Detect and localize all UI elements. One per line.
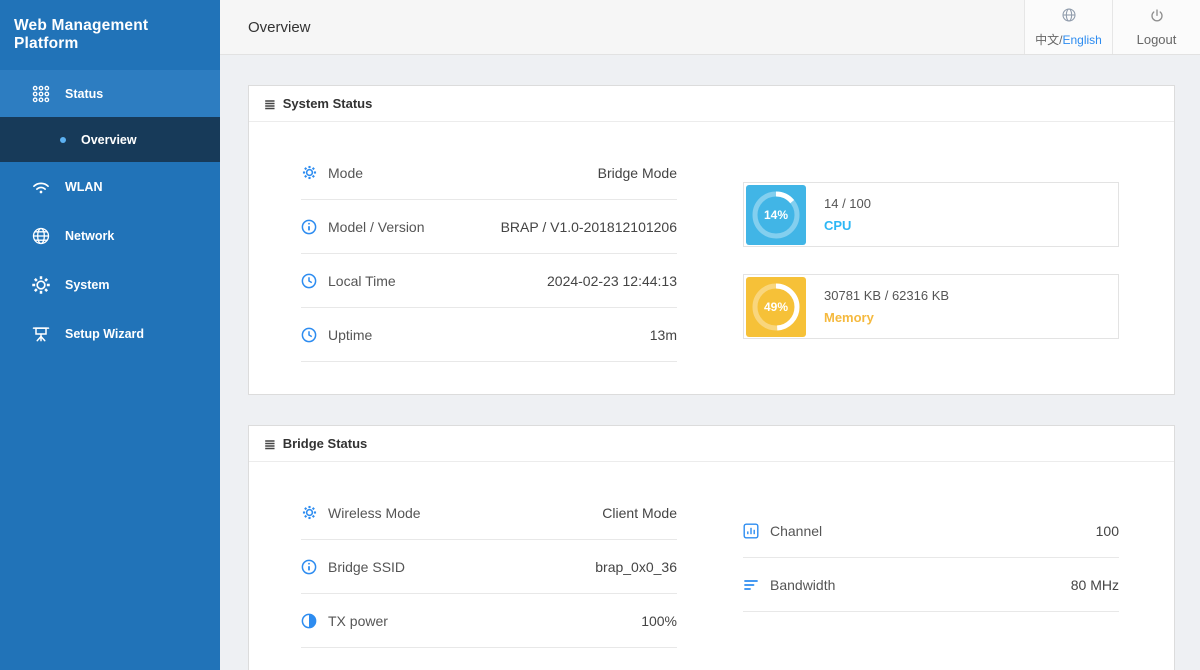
sidebar-item-system[interactable]: System [0,260,220,309]
bridge-ssid-row: Bridge SSID brap_0x0_36 [301,540,677,594]
sidebar-item-wlan[interactable]: WLAN [0,162,220,211]
sidebar-item-label: Status [65,87,103,101]
gear-icon [301,165,317,181]
clock-icon [301,273,317,289]
lines-icon [743,577,759,593]
sidebar: Web Management Platform Status Overview [0,0,220,670]
globe-icon [30,225,52,247]
sidebar-item-network[interactable]: Network [0,211,220,260]
list-icon: ≣ [264,437,276,451]
sidebar-item-overview[interactable]: Overview [0,117,220,162]
memory-metric: 49% 30781 KB / 62316 KB Memory [743,274,1119,339]
language-toggle[interactable]: 中文/English [1024,0,1112,54]
clock-icon [301,327,317,343]
sidebar-item-label: Network [65,229,114,243]
info-icon [301,219,317,235]
memory-label: Memory [824,310,949,325]
sidebar-item-label: Setup Wizard [65,327,144,341]
logout-button[interactable]: Logout [1112,0,1200,54]
cpu-metric: 14% 14 / 100 CPU [743,182,1119,247]
sidebar-item-setup-wizard[interactable]: Setup Wizard [0,309,220,358]
memory-usage-value: 30781 KB / 62316 KB [824,288,949,303]
topbar: Overview 中文/English [220,0,1200,55]
sidebar-item-status[interactable]: Status [0,70,220,117]
wizard-icon [30,323,52,345]
tx-power-row: TX power 100% [301,594,677,648]
bar-chart-icon [743,523,759,539]
app-title: Web Management Platform [0,0,220,70]
sidebar-item-label: System [65,278,109,292]
list-icon: ≣ [264,97,276,111]
wireless-mode-row: Wireless Mode Client Mode [301,486,677,540]
language-label: 中文/English [1035,31,1102,48]
bridge-status-header: ≣ Bridge Status [249,426,1174,462]
gear-icon [30,274,52,296]
sidebar-item-label: WLAN [65,180,103,194]
language-globe-icon [1061,7,1077,28]
system-status-header: ≣ System Status [249,86,1174,122]
memory-gauge: 49% [746,277,806,337]
cpu-usage-value: 14 / 100 [824,196,871,211]
sidebar-item-label: Overview [81,133,137,147]
main-content: ≣ System Status Mode [220,55,1200,670]
local-time-row: Local Time 2024-02-23 12:44:13 [301,254,677,308]
system-status-info: Mode Bridge Mode Model / [301,146,677,366]
card-title: System Status [283,96,373,111]
bandwidth-row: Bandwidth 80 MHz [743,558,1119,612]
half-circle-icon [301,613,317,629]
cpu-label: CPU [824,218,871,233]
channel-row: Channel 100 [743,504,1119,558]
system-status-card: ≣ System Status Mode [248,85,1175,395]
cpu-percent: 14% [764,208,788,222]
dot-bullet [60,137,66,143]
uptime-row: Uptime 13m [301,308,677,362]
info-icon [301,559,317,575]
card-title: Bridge Status [283,436,368,451]
web-management-app: Web Management Platform Status Overview [0,0,1200,670]
power-icon [1149,8,1165,29]
wifi-icon [30,176,52,198]
bridge-status-radio: Channel 100 Bandwidth [743,486,1119,648]
grid-icon [30,83,52,105]
cpu-gauge: 14% [746,185,806,245]
bridge-status-info: Wireless Mode Client Mode [301,486,677,648]
model-version-row: Model / Version BRAP / V1.0-201812101206 [301,200,677,254]
logout-label: Logout [1137,32,1177,47]
memory-percent: 49% [764,300,788,314]
bridge-status-card: ≣ Bridge Status Wireless Mode [248,425,1175,670]
page-title: Overview [220,19,1024,36]
mode-row: Mode Bridge Mode [301,146,677,200]
system-metrics: 14% 14 / 100 CPU [743,146,1119,366]
gear-icon [301,505,317,521]
